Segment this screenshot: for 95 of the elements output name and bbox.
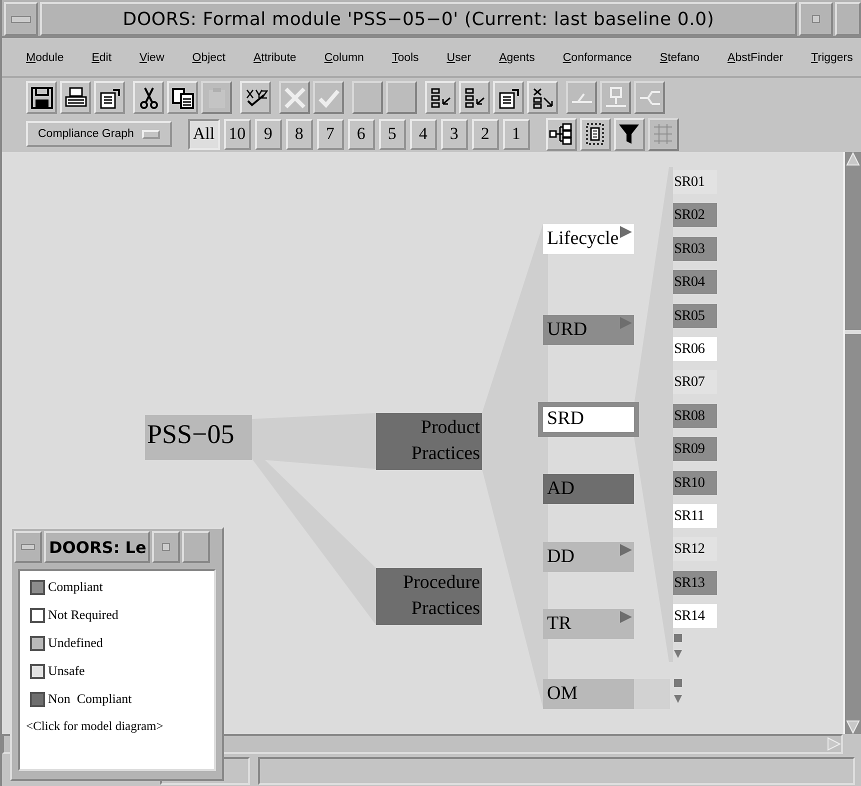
toolbar-button[interactable] bbox=[60, 81, 91, 114]
diagram-node[interactable]: SR11 bbox=[673, 504, 717, 528]
menu-item[interactable]: Attribute bbox=[253, 52, 296, 64]
level-button[interactable]: 6 bbox=[348, 118, 375, 150]
level-button[interactable]: All bbox=[188, 118, 220, 150]
diagram-node[interactable]: SR14 bbox=[673, 604, 717, 628]
legend-label: Compliant bbox=[48, 579, 103, 595]
menu-item[interactable]: Module bbox=[26, 52, 64, 64]
window-title: DOORS: Le bbox=[44, 531, 150, 563]
toolbar-button[interactable] bbox=[240, 81, 271, 114]
diagram-node[interactable]: Procedure Practices bbox=[376, 568, 482, 625]
view-dropdown[interactable]: Compliance Graph bbox=[26, 121, 172, 147]
diagram-node[interactable]: Product Practices bbox=[376, 413, 482, 470]
diagram-node[interactable]: SR13 bbox=[673, 570, 717, 595]
menu-item[interactable]: Conformance bbox=[562, 52, 632, 64]
link-up-icon bbox=[604, 86, 628, 110]
menu-item[interactable]: Object bbox=[192, 52, 226, 64]
diagram-node[interactable]: SR03 bbox=[673, 236, 717, 261]
menu-item[interactable]: Stefano bbox=[660, 52, 700, 64]
diagram-node[interactable]: SR04 bbox=[673, 270, 717, 294]
connector bbox=[634, 679, 670, 709]
legend-label: Unsafe bbox=[48, 663, 85, 679]
maximize-button[interactable] bbox=[835, 2, 861, 36]
diagram-node[interactable]: SR05 bbox=[673, 304, 717, 328]
level-button[interactable]: 9 bbox=[254, 118, 282, 150]
diagram-node[interactable]: SRD bbox=[538, 402, 639, 437]
save-icon bbox=[30, 86, 54, 110]
diagram-node[interactable]: TR bbox=[543, 609, 634, 639]
legend-label: Not Required bbox=[48, 607, 118, 623]
level-button[interactable]: 7 bbox=[316, 118, 344, 150]
list-out-icon bbox=[462, 86, 486, 110]
window-menu-button[interactable] bbox=[4, 2, 38, 36]
menu-item[interactable]: View bbox=[140, 52, 164, 64]
scroll-up-icon[interactable] bbox=[846, 152, 860, 166]
menu-item[interactable]: User bbox=[446, 52, 472, 64]
toolbar-button[interactable] bbox=[425, 81, 456, 114]
diagram-node[interactable]: OM bbox=[543, 679, 634, 709]
filter-icon bbox=[617, 122, 642, 146]
diagram-node[interactable]: SR06 bbox=[673, 337, 717, 361]
menu-item[interactable]: AbstFinder bbox=[728, 52, 784, 64]
diagram-node[interactable]: URD bbox=[543, 315, 634, 345]
list-in-icon bbox=[428, 86, 452, 110]
print-icon bbox=[64, 86, 88, 110]
diagram-node[interactable]: SR10 bbox=[673, 470, 717, 495]
toolbar-button[interactable] bbox=[527, 81, 558, 114]
window-title: DOORS: Formal module 'PSS−05−0' (Current: last baseline 0.0) bbox=[40, 2, 797, 36]
toolbar-button[interactable] bbox=[167, 81, 198, 114]
cancel-icon bbox=[282, 86, 306, 110]
maximize-button[interactable] bbox=[182, 531, 210, 563]
minimize-button[interactable] bbox=[152, 531, 180, 563]
diagram-node[interactable]: AD bbox=[543, 474, 634, 504]
tree-icon bbox=[549, 122, 574, 146]
toolbar-button[interactable] bbox=[614, 118, 645, 150]
copy-icon bbox=[170, 86, 194, 110]
window-menu-button[interactable] bbox=[14, 531, 42, 563]
toolbar-button[interactable] bbox=[26, 81, 57, 114]
diagram-node[interactable]: SR09 bbox=[673, 437, 717, 462]
diagram-node[interactable]: SR12 bbox=[673, 537, 717, 562]
menu-item[interactable]: Edit bbox=[92, 52, 112, 64]
toolbar-button[interactable] bbox=[133, 81, 164, 114]
expand-arrow-icon[interactable] bbox=[620, 226, 632, 238]
menu-item[interactable]: Tools bbox=[392, 52, 419, 64]
diagram-node[interactable]: PSS−05 bbox=[145, 415, 252, 460]
diagram-node[interactable]: SR02 bbox=[673, 203, 717, 228]
list-delete-icon bbox=[530, 86, 554, 110]
toolbar-button[interactable] bbox=[459, 81, 490, 114]
model-diagram-link[interactable]: <Click for model diagram> bbox=[26, 719, 210, 734]
vertical-scrollbar[interactable] bbox=[843, 152, 861, 734]
diagram-node[interactable]: SR01 bbox=[673, 170, 717, 194]
menu-item[interactable]: Agents bbox=[499, 52, 535, 64]
level-button[interactable]: 2 bbox=[472, 118, 499, 150]
diagram-node[interactable]: DD bbox=[543, 542, 634, 572]
diagram-node[interactable]: SR08 bbox=[673, 404, 717, 428]
level-button[interactable]: 8 bbox=[286, 118, 313, 150]
toolbar-button[interactable] bbox=[493, 81, 524, 114]
minimize-button[interactable] bbox=[799, 2, 833, 36]
toolbar-button[interactable] bbox=[94, 81, 125, 114]
level-button[interactable]: 10 bbox=[224, 118, 251, 150]
toolbar-button[interactable] bbox=[580, 118, 611, 150]
level-button[interactable]: 3 bbox=[440, 118, 468, 150]
expand-arrow-icon[interactable] bbox=[620, 611, 632, 623]
scroll-down-icon[interactable] bbox=[846, 720, 860, 734]
more-below-icon[interactable] bbox=[673, 634, 683, 660]
toolbar-button[interactable] bbox=[546, 118, 577, 150]
menu-item[interactable]: Triggers bbox=[811, 52, 853, 64]
more-below-icon[interactable] bbox=[673, 679, 683, 705]
diagram-node[interactable]: SR07 bbox=[673, 370, 717, 394]
expand-arrow-icon[interactable] bbox=[620, 544, 632, 556]
menu-item[interactable]: Column bbox=[324, 52, 364, 64]
legend-label: Non Compliant bbox=[48, 691, 132, 707]
legend-label: Undefined bbox=[48, 635, 103, 651]
level-button[interactable]: 4 bbox=[410, 118, 437, 150]
level-button[interactable]: 1 bbox=[502, 118, 530, 150]
diagram-node[interactable]: Lifecycle bbox=[543, 224, 634, 254]
level-button[interactable]: 5 bbox=[378, 118, 406, 150]
